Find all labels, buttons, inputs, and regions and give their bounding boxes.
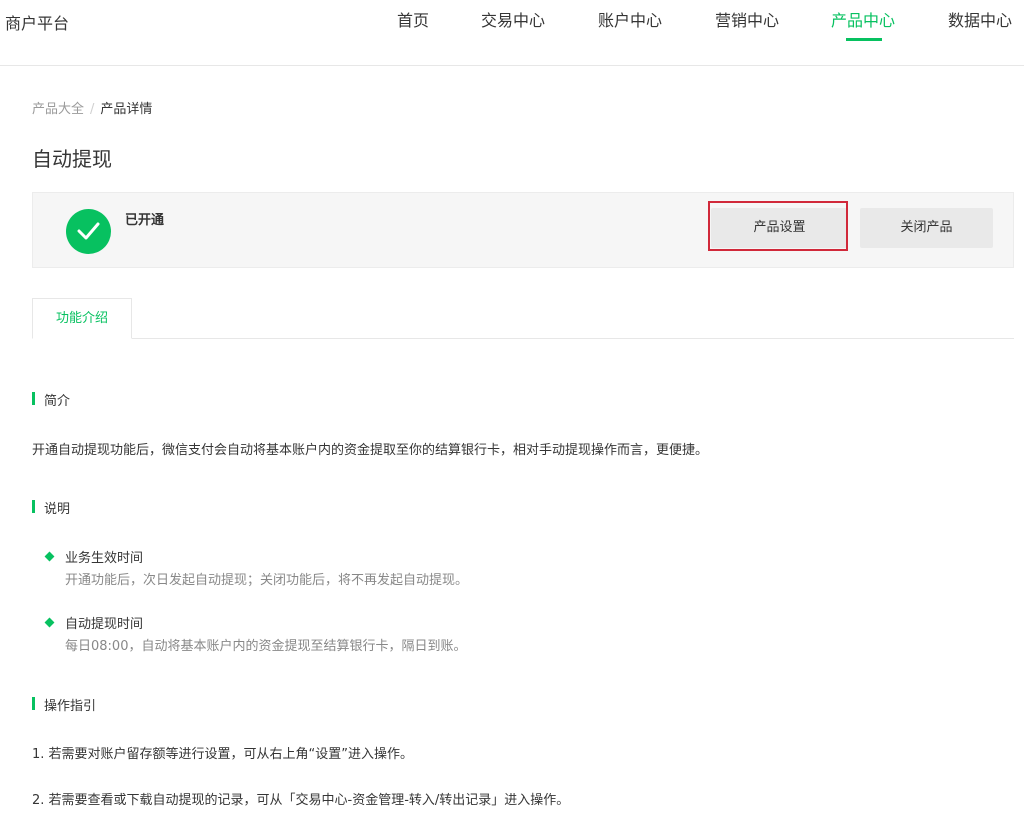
page-title: 自动提现 <box>32 147 112 171</box>
status-label: 已开通 <box>125 213 165 228</box>
guide-step: 2. 若需要查看或下载自动提现的记录，可从「交易中心-资金管理-转入/转出记录」… <box>32 793 570 808</box>
nav-item-trade-center[interactable]: 交易中心 <box>481 7 545 31</box>
check-circle-icon <box>66 209 111 254</box>
section-title-explain: 说明 <box>44 502 71 517</box>
guide-step: 1. 若需要对账户留存额等进行设置，可从右上角“设置”进入操作。 <box>32 747 414 762</box>
nav-item-home[interactable]: 首页 <box>397 7 429 31</box>
top-navigation-bar: 商户平台 首页 交易中心 账户中心 营销中心 产品中心 数据中心 <box>0 0 1024 66</box>
tabs-divider <box>32 338 1014 339</box>
active-nav-indicator <box>846 38 882 41</box>
tab-feature-intro[interactable]: 功能介绍 <box>32 298 132 339</box>
close-product-button[interactable]: 关闭产品 <box>860 208 993 248</box>
intro-text: 开通自动提现功能后，微信支付会自动将基本账户内的资金提取至你的结算银行卡，相对手… <box>32 443 709 458</box>
nav-item-account-center[interactable]: 账户中心 <box>598 7 662 31</box>
diamond-bullet-icon <box>44 617 55 628</box>
section-title-guide: 操作指引 <box>44 699 97 714</box>
nav-item-product-center[interactable]: 产品中心 <box>831 7 895 31</box>
section-marker <box>32 392 35 405</box>
nav-item-marketing-center[interactable]: 营销中心 <box>715 7 779 31</box>
platform-brand: 商户平台 <box>5 14 70 33</box>
settings-button-highlight <box>708 201 848 251</box>
section-marker <box>32 500 35 513</box>
breadcrumb-product-list-link[interactable]: 产品大全 <box>32 102 84 117</box>
breadcrumb-current: 产品详情 <box>100 102 153 117</box>
section-title-intro: 简介 <box>44 394 71 409</box>
explain-item-desc: 每日08:00，自动将基本账户内的资金提现至结算银行卡，隔日到账。 <box>65 639 467 654</box>
nav-item-data-center[interactable]: 数据中心 <box>948 7 1012 31</box>
explain-item-desc: 开通功能后，次日发起自动提现；关闭功能后，将不再发起自动提现。 <box>65 573 469 588</box>
explain-item-title: 业务生效时间 <box>65 551 144 566</box>
section-marker <box>32 697 35 710</box>
breadcrumb: 产品大全 / 产品详情 <box>32 98 152 117</box>
diamond-bullet-icon <box>44 551 55 562</box>
breadcrumb-separator: / <box>90 102 95 117</box>
product-status-panel: 已开通 产品设置 关闭产品 <box>32 192 1014 268</box>
explain-item-title: 自动提现时间 <box>65 617 144 632</box>
